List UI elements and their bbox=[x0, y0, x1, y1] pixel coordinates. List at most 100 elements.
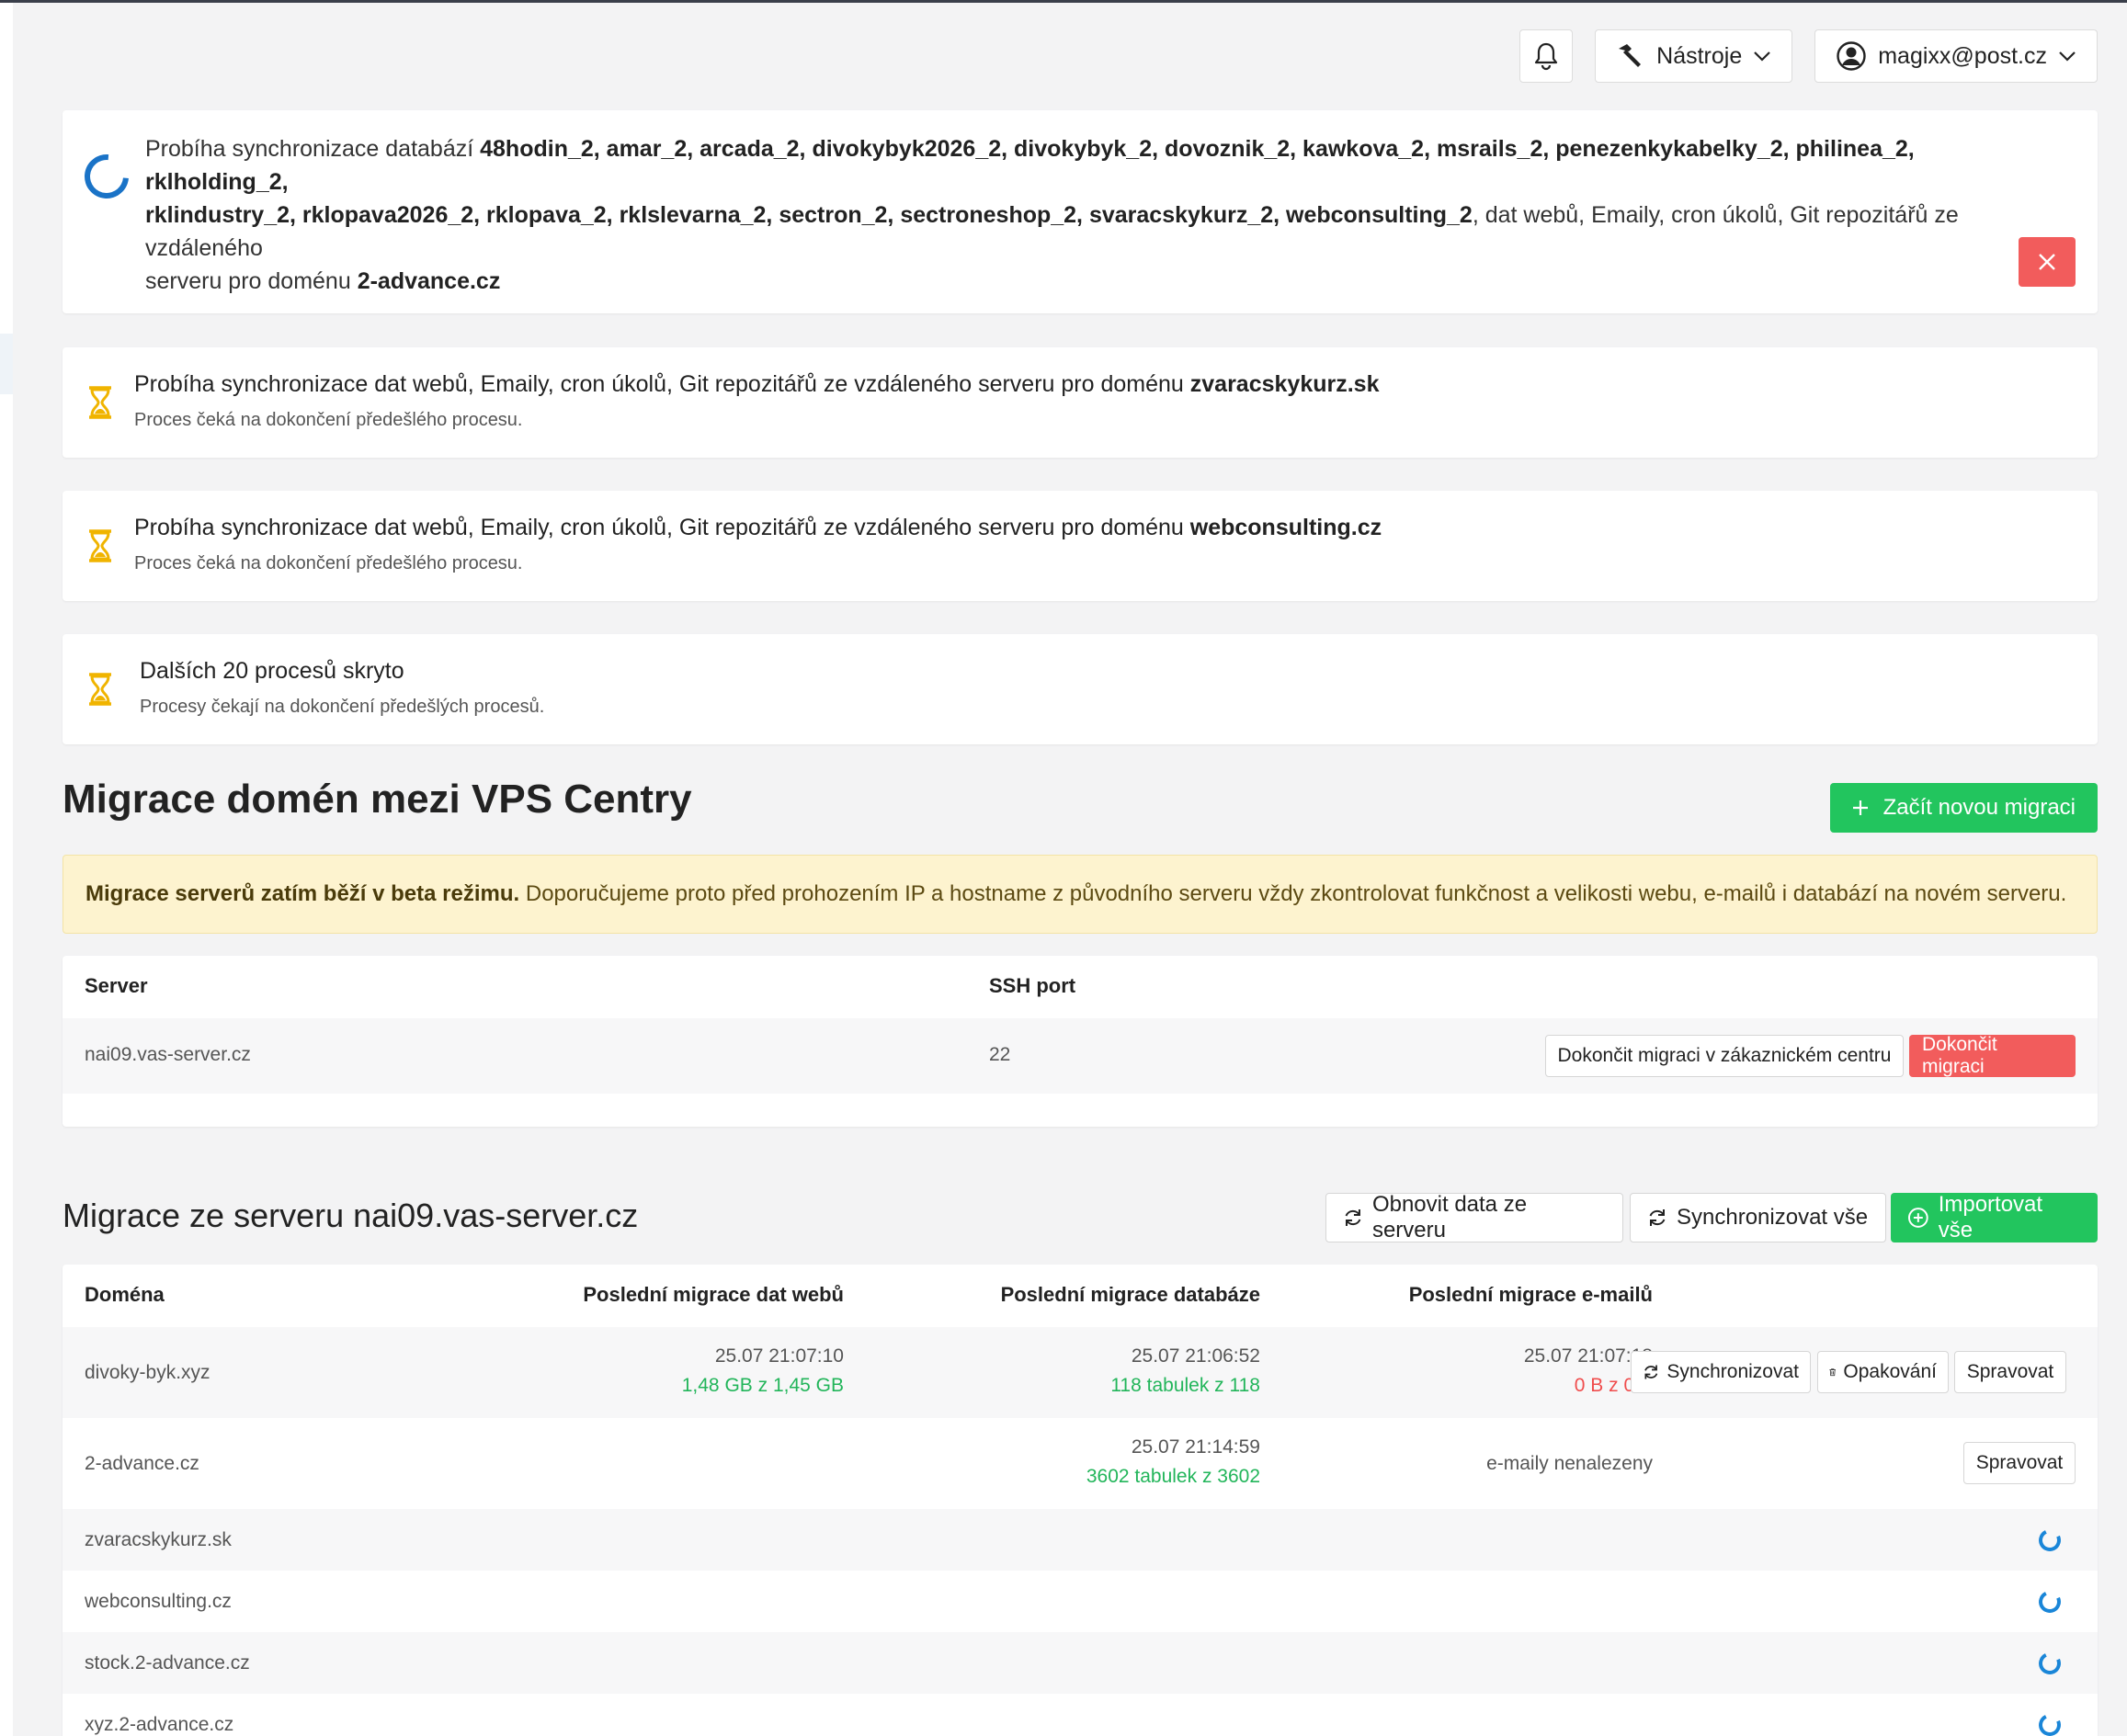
server-name: nai09.vas-server.cz bbox=[85, 1044, 251, 1065]
waiting-process-card: Probíha synchronizace dat webů, Emaily, … bbox=[63, 491, 2098, 601]
sync-all-label: Synchronizovat vše bbox=[1677, 1205, 1869, 1230]
domain-name: 2-advance.cz bbox=[85, 1453, 199, 1474]
hourglass-icon bbox=[89, 529, 111, 562]
sidebar-edge bbox=[0, 3, 13, 1736]
refresh-icon bbox=[1644, 1365, 1658, 1379]
beta-warning-bold: Migrace serverů zatím běží v beta režimu… bbox=[85, 881, 520, 906]
synchronize-label: Synchronizovat bbox=[1666, 1361, 1799, 1382]
import-all-button[interactable]: Importovat vše bbox=[1891, 1192, 2098, 1242]
table-row: zvaracskykurz.sk bbox=[63, 1509, 2098, 1571]
hidden-processes-card: Dalších 20 procesů skryto Procesy čekají… bbox=[63, 634, 2098, 744]
migration-title: Migrace ze serveru nai09.vas-server.cz bbox=[63, 1197, 639, 1234]
chevron-down-icon bbox=[2059, 51, 2076, 62]
bell-icon bbox=[1535, 42, 1558, 71]
user-avatar-icon bbox=[1837, 41, 1866, 71]
sync-databases-2: rklindustry_2, rklopava2026_2, rklopava_… bbox=[145, 202, 1473, 228]
refresh-icon bbox=[1345, 1209, 1361, 1226]
finish-migration-button[interactable]: Dokončit migraci bbox=[1909, 1034, 2076, 1077]
table-row: 2-advance.cz 25.07 21:14:59 3602 tabulek… bbox=[63, 1418, 2098, 1509]
sync-all-button[interactable]: Synchronizovat vše bbox=[1630, 1193, 1886, 1242]
waiting-subtitle: Proces čeká na dokončení předešlého proc… bbox=[134, 553, 523, 573]
top-border bbox=[0, 0, 2127, 3]
table-row: divoky-byk.xyz 25.07 21:07:10 1,48 GB z … bbox=[63, 1327, 2098, 1418]
manage-button[interactable]: Spravovat bbox=[1954, 1351, 2066, 1393]
sync-notice-card: Probíha synchronizace databází 48hodin_2… bbox=[63, 110, 2098, 313]
column-header-mail: Poslední migrace e-mailů bbox=[1408, 1283, 1653, 1306]
start-new-migration-button[interactable]: Začít novou migraci bbox=[1829, 783, 2098, 833]
ssh-port: 22 bbox=[989, 1044, 1011, 1065]
manage-button[interactable]: Spravovat bbox=[1963, 1442, 2076, 1484]
hidden-processes-subtitle: Procesy čekají na dokončení předešlých p… bbox=[140, 697, 545, 717]
tools-dropdown[interactable]: Nástroje bbox=[1595, 29, 1793, 83]
synchronize-button[interactable]: Synchronizovat bbox=[1631, 1351, 1811, 1393]
waiting-title: Probíha synchronizace dat webů, Emaily, … bbox=[134, 515, 1382, 541]
notifications-button[interactable] bbox=[1519, 29, 1574, 83]
db-migration-time: 25.07 21:06:52 bbox=[1131, 1345, 1260, 1367]
hammer-icon bbox=[1619, 44, 1642, 67]
tools-label: Nástroje bbox=[1656, 42, 1743, 69]
loading-spinner-icon bbox=[2035, 1710, 2064, 1736]
domain-name: divoky-byk.xyz bbox=[85, 1362, 210, 1383]
loading-spinner-icon bbox=[75, 145, 138, 208]
domain-table: Doména Poslední migrace dat webů Posledn… bbox=[63, 1265, 2098, 1736]
table-row: stock.2-advance.cz bbox=[63, 1632, 2098, 1694]
waiting-title-prefix: Probíha synchronizace dat webů, Emaily, … bbox=[134, 515, 1190, 540]
web-migration-time: 25.07 21:07:10 bbox=[714, 1345, 844, 1367]
waiting-domain: webconsulting.cz bbox=[1189, 515, 1382, 540]
sidebar-active-mark bbox=[0, 334, 13, 394]
table-row: xyz.2-advance.cz bbox=[63, 1694, 2098, 1736]
sync-prefix: Probíha synchronizace databází bbox=[145, 136, 481, 162]
db-migration-count: 118 tabulek z 118 bbox=[1110, 1375, 1260, 1396]
refresh-icon bbox=[1649, 1209, 1666, 1226]
domain-name: webconsulting.cz bbox=[85, 1591, 232, 1612]
loading-spinner-icon bbox=[2035, 1526, 2064, 1555]
db-migration-count: 3602 tabulek z 3602 bbox=[1086, 1466, 1260, 1487]
column-header-server: Server bbox=[85, 974, 148, 997]
plus-icon bbox=[1852, 800, 1868, 815]
user-dropdown[interactable]: magixx@post.cz bbox=[1814, 29, 2098, 83]
beta-warning-text: Doporučujeme proto před prohozením IP a … bbox=[519, 881, 2067, 906]
trash-icon bbox=[1829, 1368, 1837, 1377]
server-table: Server SSH port nai09.vas-server.cz 22 D… bbox=[63, 956, 2098, 1127]
sync-domain: 2-advance.cz bbox=[357, 268, 501, 294]
sync-notice-text: Probíha synchronizace databází 48hodin_2… bbox=[145, 132, 2024, 298]
domain-name: xyz.2-advance.cz bbox=[85, 1714, 234, 1735]
mail-migration-time: 25.07 21:07:18 bbox=[1523, 1345, 1653, 1367]
waiting-title: Probíha synchronizace dat webů, Emaily, … bbox=[134, 371, 1379, 398]
beta-warning: Migrace serverů zatím běží v beta režimu… bbox=[63, 855, 2098, 934]
hidden-processes-title: Dalších 20 procesů skryto bbox=[140, 658, 404, 684]
column-header-web: Poslední migrace dat webů bbox=[583, 1283, 844, 1306]
page-title: Migrace domén mezi VPS Centry bbox=[63, 777, 692, 822]
import-all-label: Importovat vše bbox=[1938, 1192, 2043, 1242]
waiting-domain: zvaracskykurz.sk bbox=[1189, 371, 1380, 397]
db-migration-time: 25.07 21:14:59 bbox=[1131, 1436, 1260, 1458]
waiting-subtitle: Proces čeká na dokončení předešlého proc… bbox=[134, 410, 523, 430]
waiting-process-card: Probíha synchronizace dat webů, Emaily, … bbox=[63, 347, 2098, 458]
column-header-domain: Doména bbox=[85, 1283, 165, 1306]
refresh-server-data-button[interactable]: Obnovit data ze serveru bbox=[1325, 1192, 1623, 1242]
mail-migration-status: e-maily nenalezeny bbox=[1486, 1453, 1653, 1474]
loading-spinner-icon bbox=[2035, 1587, 2064, 1617]
finish-migration-center-button[interactable]: Dokončit migraci v zákaznickém centru bbox=[1545, 1035, 1904, 1077]
hourglass-icon bbox=[89, 386, 111, 419]
table-row: webconsulting.cz bbox=[63, 1571, 2098, 1632]
domain-name: zvaracskykurz.sk bbox=[85, 1529, 232, 1550]
retry-label: Opakování bbox=[1843, 1361, 1937, 1382]
sync-line3-prefix: serveru pro doménu bbox=[145, 268, 358, 294]
user-label: magixx@post.cz bbox=[1878, 42, 2047, 69]
start-new-migration-label: Začít novou migraci bbox=[1882, 795, 2076, 820]
plus-circle-icon bbox=[1907, 1208, 1928, 1228]
cancel-sync-button[interactable] bbox=[2019, 237, 2076, 287]
close-icon bbox=[2039, 254, 2055, 270]
column-header-db: Poslední migrace databáze bbox=[1000, 1283, 1260, 1306]
waiting-title-prefix: Probíha synchronizace dat webů, Emaily, … bbox=[134, 371, 1190, 397]
retry-button[interactable]: Opakování bbox=[1817, 1351, 1949, 1393]
loading-spinner-icon bbox=[2035, 1649, 2064, 1678]
column-header-ssh-port: SSH port bbox=[989, 974, 1076, 997]
domain-name: stock.2-advance.cz bbox=[85, 1652, 250, 1674]
web-migration-size: 1,48 GB z 1,45 GB bbox=[681, 1375, 844, 1396]
mail-migration-size: 0 B z 0 B bbox=[1574, 1375, 1653, 1396]
header-toolbar: Nástroje magixx@post.cz bbox=[1519, 29, 2098, 83]
refresh-server-data-label: Obnovit data ze serveru bbox=[1371, 1192, 1528, 1242]
table-row: nai09.vas-server.cz 22 Dokončit migraci … bbox=[63, 1018, 2098, 1094]
